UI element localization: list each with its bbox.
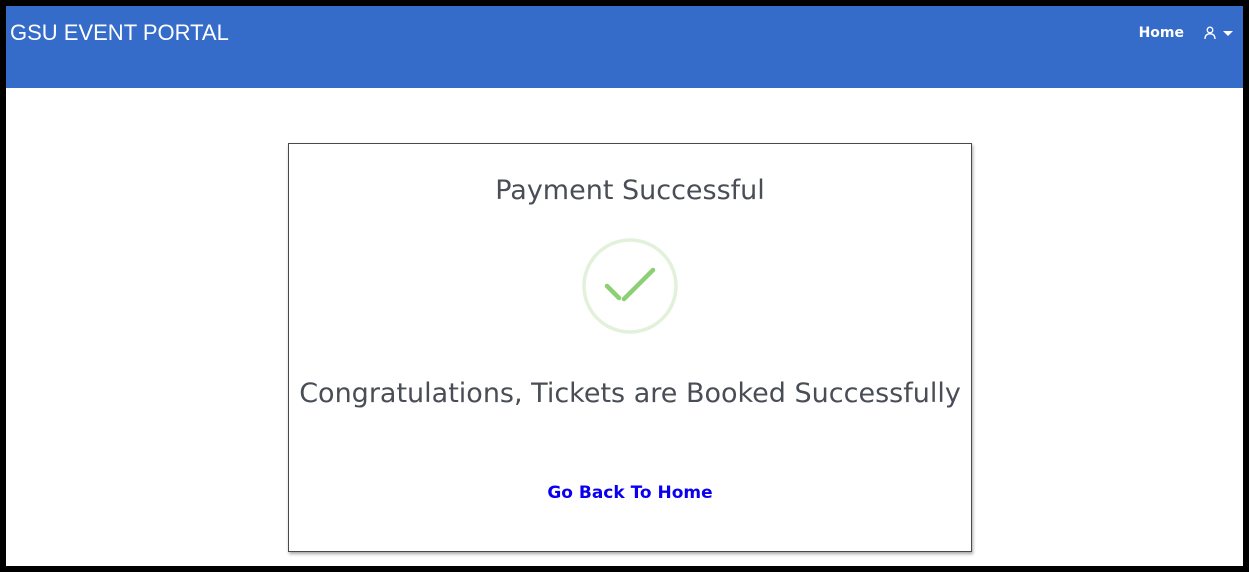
- page-frame: GSU EVENT PORTAL Home Payment Successful…: [6, 6, 1243, 566]
- navbar: GSU EVENT PORTAL Home: [6, 6, 1243, 88]
- caret-down-icon: [1223, 30, 1233, 36]
- nav-home-link[interactable]: Home: [1139, 25, 1184, 41]
- user-icon: [1204, 26, 1216, 40]
- card-title: Payment Successful: [495, 175, 765, 206]
- success-message: Congratulations, Tickets are Booked Succ…: [299, 378, 961, 409]
- payment-status-card: Payment Successful Congratulations, Tick…: [288, 143, 972, 552]
- navbar-right: Home: [1139, 22, 1233, 44]
- checkmark-circle-icon: [582, 238, 678, 334]
- user-menu-toggle[interactable]: [1204, 26, 1233, 40]
- brand-logo[interactable]: GSU EVENT PORTAL: [10, 20, 229, 46]
- go-back-home-link[interactable]: Go Back To Home: [289, 483, 971, 503]
